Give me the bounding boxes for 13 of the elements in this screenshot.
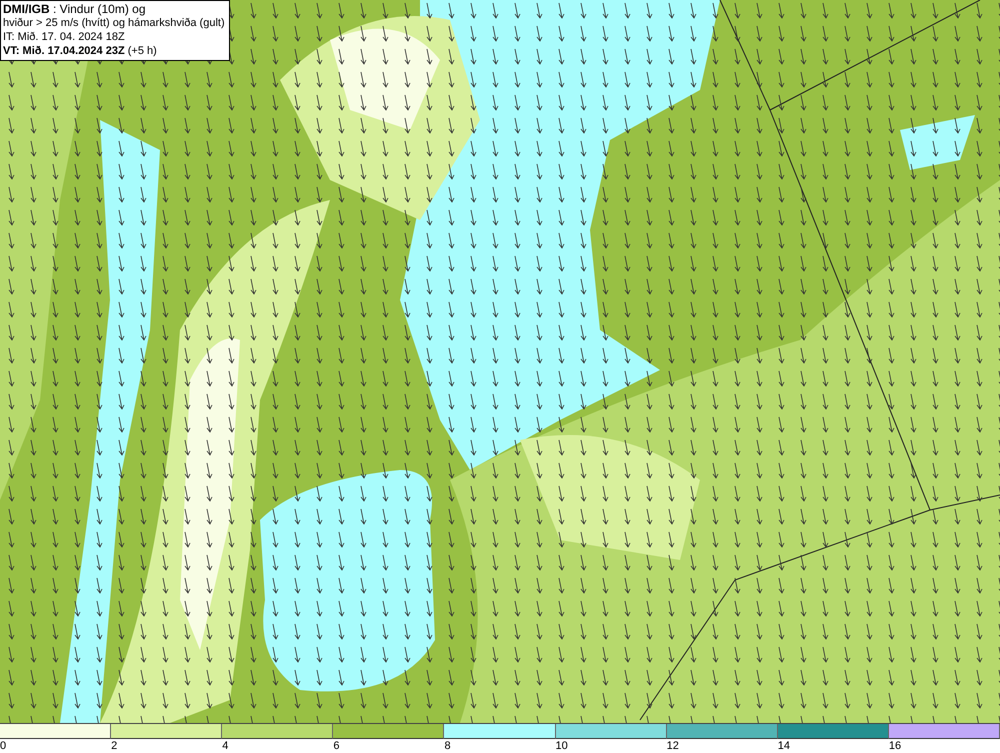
info-text: hviður > 25 m/s (hvítt) og hámarkshviða (gult) [3,16,225,30]
legend-tick-label: 16 [888,739,902,753]
legend-tick-label: 0 [0,739,6,753]
legend-tick-label: 8 [444,739,451,753]
legend-tick-label: 2 [111,739,118,753]
info-text: DMI/IGB : Vindur (10m) og [3,2,146,16]
legend-tick-label: 14 [778,739,790,753]
legend-tick-label: 12 [666,739,679,753]
legend-tick-label: 10 [556,739,568,753]
legend-tick-label: 6 [333,739,340,753]
info-text: IT: Mið. 17. 04. 2024 18Z [3,30,126,44]
info-text: VT: Mið. 17.04.2024 23Z (+5 h) [3,44,158,58]
legend-tick-label: 4 [222,739,228,753]
